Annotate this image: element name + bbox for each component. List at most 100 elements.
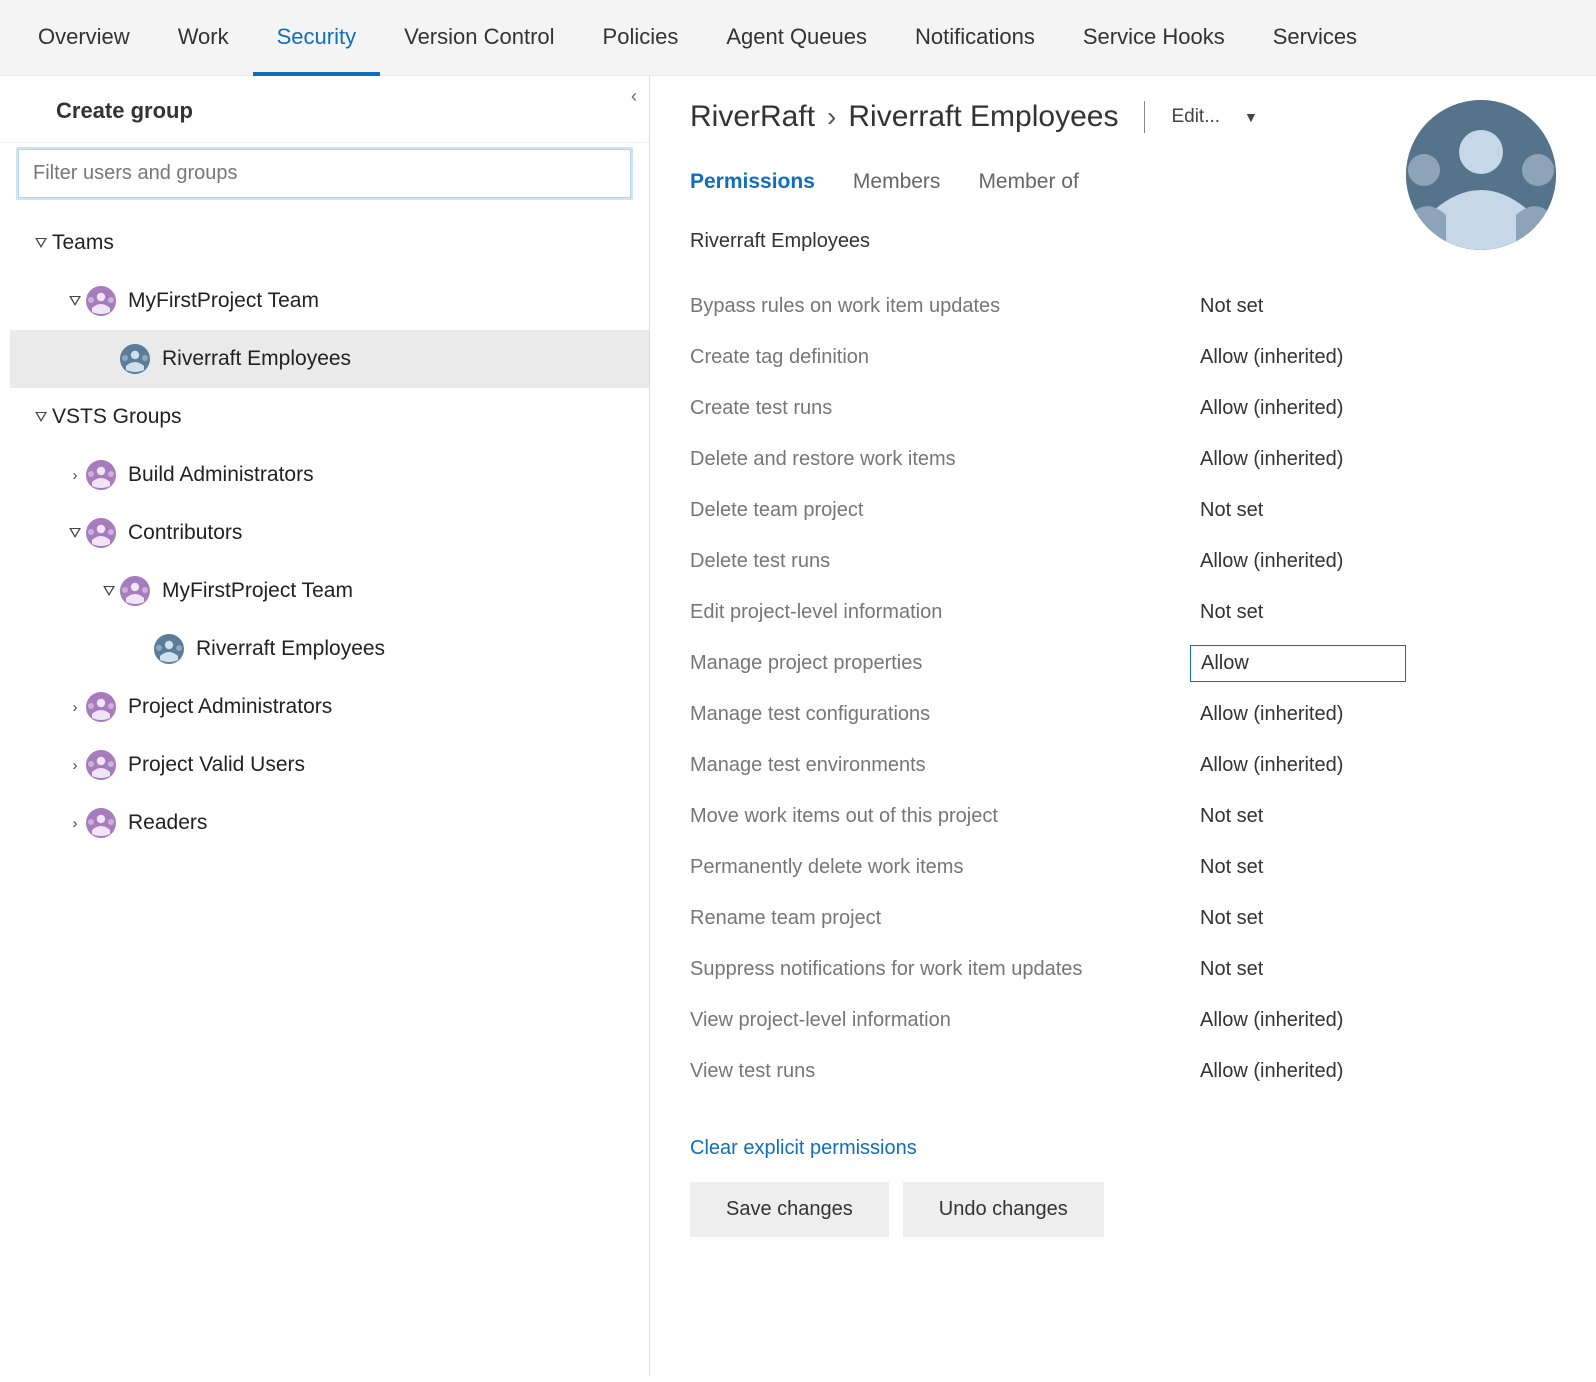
tree-item-label: Build Administrators xyxy=(128,463,314,487)
teams-section[interactable]: ⛛ Teams xyxy=(10,214,649,272)
undo-changes-button[interactable]: Undo changes xyxy=(903,1182,1104,1237)
tree-item-label: Project Administrators xyxy=(128,695,332,719)
top-tab-service-hooks[interactable]: Service Hooks xyxy=(1059,0,1249,76)
permission-row: Move work items out of this projectNot s… xyxy=(690,791,1556,842)
permission-label: Edit project-level information xyxy=(690,601,1190,624)
top-tab-policies[interactable]: Policies xyxy=(579,0,703,76)
section-label: Teams xyxy=(52,231,114,255)
permission-label: Bypass rules on work item updates xyxy=(690,295,1190,318)
tree-item-contributors[interactable]: ⛛ Contributors xyxy=(10,504,649,562)
tree-item-project-valid-users[interactable]: › Project Valid Users xyxy=(10,736,649,794)
top-tab-services[interactable]: Services xyxy=(1249,0,1381,76)
group-icon xyxy=(86,460,116,490)
permission-row: Create test runsAllow (inherited) xyxy=(690,383,1556,434)
permission-value-select[interactable]: Not set xyxy=(1190,289,1273,324)
permission-row: Rename team projectNot set xyxy=(690,893,1556,944)
breadcrumb-current: Riverraft Employees xyxy=(848,100,1118,134)
permission-value-select[interactable]: Allow (inherited) xyxy=(1190,391,1353,426)
permission-value-select[interactable]: Allow (inherited) xyxy=(1190,1003,1353,1038)
permission-value-select[interactable]: Allow (inherited) xyxy=(1190,340,1353,375)
permission-value-select[interactable]: Not set xyxy=(1190,799,1273,834)
group-icon xyxy=(120,576,150,606)
tree-item-project-admins[interactable]: › Project Administrators xyxy=(10,678,649,736)
tree-item-myfirstproject-2[interactable]: ⛛ MyFirstProject Team xyxy=(10,562,649,620)
permission-label: Rename team project xyxy=(690,907,1190,930)
tree-item-label: MyFirstProject Team xyxy=(162,579,353,603)
permission-label: Suppress notifications for work item upd… xyxy=(690,958,1190,981)
tree-item-label: MyFirstProject Team xyxy=(128,289,319,313)
permission-row: Create tag definitionAllow (inherited) xyxy=(690,332,1556,383)
tree-item-myfirstproject[interactable]: ⛛ MyFirstProject Team xyxy=(10,272,649,330)
permission-value-select[interactable]: Not set xyxy=(1190,595,1273,630)
permission-row: Delete test runsAllow (inherited) xyxy=(690,536,1556,587)
permission-value-select[interactable]: Allow (inherited) xyxy=(1190,1054,1353,1089)
tree-item-riverraft-employees-2[interactable]: • Riverraft Employees xyxy=(10,620,649,678)
groups-tree: ⛛ Teams ⛛ MyFirstProject Team • Riverraf… xyxy=(0,214,649,852)
permission-value-select[interactable]: Allow (inherited) xyxy=(1190,697,1353,732)
group-icon xyxy=(86,518,116,548)
top-tab-bar: OverviewWorkSecurityVersion ControlPolic… xyxy=(0,0,1596,76)
tab-members[interactable]: Members xyxy=(853,170,941,194)
permission-label: Manage test environments xyxy=(690,754,1190,777)
permission-row: View project-level informationAllow (inh… xyxy=(690,995,1556,1046)
permission-label: Delete test runs xyxy=(690,550,1190,573)
filter-users-input[interactable] xyxy=(18,149,631,198)
group-name-heading: Riverraft Employees xyxy=(690,230,1556,253)
permission-row: Edit project-level informationNot set xyxy=(690,587,1556,638)
divider xyxy=(1144,101,1145,133)
permission-value-select[interactable]: Not set xyxy=(1190,952,1273,987)
left-panel: ‹ Create group ⛛ Teams ⛛ MyFirstProject … xyxy=(0,76,650,1376)
top-tab-work[interactable]: Work xyxy=(154,0,253,76)
group-icon xyxy=(86,808,116,838)
group-icon xyxy=(86,692,116,722)
breadcrumb-root[interactable]: RiverRaft xyxy=(690,100,815,134)
vsts-groups-section[interactable]: ⛛ VSTS Groups xyxy=(10,388,649,446)
tab-permissions[interactable]: Permissions xyxy=(690,170,815,194)
right-panel: RiverRaft › Riverraft Employees Edit... … xyxy=(650,76,1596,1376)
top-tab-security[interactable]: Security xyxy=(253,0,380,76)
top-tab-version-control[interactable]: Version Control xyxy=(380,0,578,76)
tab-member-of[interactable]: Member of xyxy=(978,170,1078,194)
tree-item-label: Readers xyxy=(128,811,207,835)
tree-item-label: Riverraft Employees xyxy=(162,347,351,371)
permission-row: Delete team projectNot set xyxy=(690,485,1556,536)
top-tab-overview[interactable]: Overview xyxy=(14,0,154,76)
caret-down-icon: ▼ xyxy=(1244,109,1258,125)
permission-value-select[interactable]: Allow xyxy=(1190,645,1406,682)
permission-label: View test runs xyxy=(690,1060,1190,1083)
chevron-down-icon: ⛛ xyxy=(30,235,52,252)
permission-row: Manage test environmentsAllow (inherited… xyxy=(690,740,1556,791)
permission-row: Permanently delete work itemsNot set xyxy=(690,842,1556,893)
tree-item-label: Contributors xyxy=(128,521,242,545)
tree-item-build-admins[interactable]: › Build Administrators xyxy=(10,446,649,504)
group-avatar xyxy=(1406,100,1556,250)
permission-row: Suppress notifications for work item upd… xyxy=(690,944,1556,995)
chevron-down-icon: ⛛ xyxy=(30,409,52,426)
tree-item-readers[interactable]: › Readers xyxy=(10,794,649,852)
breadcrumb-separator-icon: › xyxy=(827,101,836,133)
chevron-down-icon: ⛛ xyxy=(98,583,120,600)
permission-value-select[interactable]: Allow (inherited) xyxy=(1190,544,1353,579)
top-tab-notifications[interactable]: Notifications xyxy=(891,0,1059,76)
permission-label: Create tag definition xyxy=(690,346,1190,369)
chevron-down-icon: ⛛ xyxy=(64,293,86,310)
chevron-right-icon: › xyxy=(64,699,86,716)
permission-label: Delete and restore work items xyxy=(690,448,1190,471)
edit-dropdown[interactable]: Edit... ▼ xyxy=(1171,106,1257,128)
permission-value-select[interactable]: Not set xyxy=(1190,850,1273,885)
permission-label: Manage test configurations xyxy=(690,703,1190,726)
top-tab-agent-queues[interactable]: Agent Queues xyxy=(702,0,891,76)
collapse-panel-icon[interactable]: ‹ xyxy=(631,86,637,107)
group-icon xyxy=(120,344,150,374)
permission-row: Delete and restore work itemsAllow (inhe… xyxy=(690,434,1556,485)
create-group-button[interactable]: Create group xyxy=(0,84,649,143)
permission-label: Create test runs xyxy=(690,397,1190,420)
permission-row: Manage test configurationsAllow (inherit… xyxy=(690,689,1556,740)
tree-item-riverraft-employees-selected[interactable]: • Riverraft Employees xyxy=(10,330,649,388)
permission-value-select[interactable]: Not set xyxy=(1190,901,1273,936)
clear-permissions-link[interactable]: Clear explicit permissions xyxy=(690,1137,1556,1160)
permission-value-select[interactable]: Allow (inherited) xyxy=(1190,442,1353,477)
permission-value-select[interactable]: Not set xyxy=(1190,493,1273,528)
save-changes-button[interactable]: Save changes xyxy=(690,1182,889,1237)
permission-value-select[interactable]: Allow (inherited) xyxy=(1190,748,1353,783)
